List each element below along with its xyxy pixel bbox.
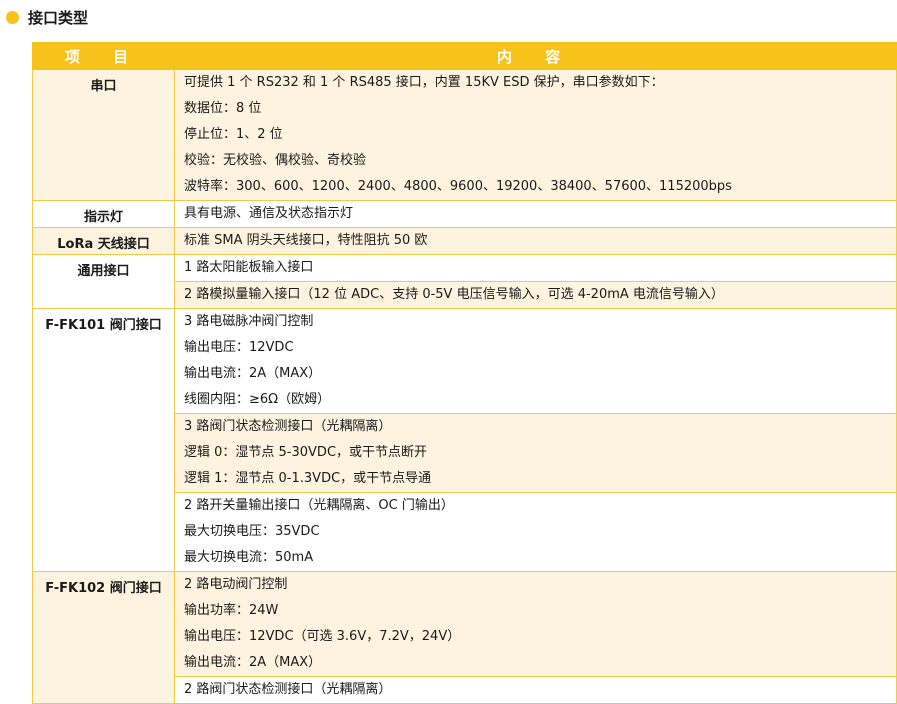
content-line: 数据位：8 位 [184, 101, 262, 116]
row-content-fk101: 3 路电磁脉冲阀门控制 输出电压：12VDC 输出电流：2A（MAX） 线圈内阻… [174, 308, 897, 572]
table-row-lora: LoRa 天线接口 标准 SMA 阴头天线接口，特性阻抗 50 欧 [32, 227, 897, 255]
fk101-group-valve-control: 3 路电磁脉冲阀门控制 输出电压：12VDC 输出电流：2A（MAX） 线圈内阻… [175, 309, 896, 413]
interface-spec-table: 项 目 内 容 串口 可提供 1 个 RS232 和 1 个 RS485 接口，… [32, 42, 897, 704]
fk102-group-valve-control: 2 路电动阀门控制 输出功率：24W 输出电压：12VDC（可选 3.6V，7.… [175, 572, 896, 676]
fk101-group-status-detect: 3 路阀门状态检测接口（光耦隔离） 逻辑 0：湿节点 5-30VDC，或干节点断… [175, 413, 896, 492]
content-line: 2 路电动阀门控制 [184, 577, 288, 592]
fk102-group-status-detect: 2 路阀门状态检测接口（光耦隔离） [175, 676, 896, 703]
row-label-fk101: F-FK101 阀门接口 [32, 308, 175, 572]
content-line: 波特率：300、600、1200、2400、4800、9600、19200、38… [184, 179, 732, 194]
content-line: 可提供 1 个 RS232 和 1 个 RS485 接口，内置 15KV ESD… [184, 75, 664, 90]
content-line: 输出功率：24W [184, 603, 279, 618]
content-line: 线圈内阻：≥6Ω（欧姆） [184, 392, 331, 407]
bullet-dot-icon [6, 10, 19, 24]
content-line: 停止位：1、2 位 [184, 127, 283, 142]
content-line: 输出电流：2A（MAX） [184, 366, 322, 381]
row-content-fk102: 2 路电动阀门控制 输出功率：24W 输出电压：12VDC（可选 3.6V，7.… [174, 571, 897, 704]
content-line: 标准 SMA 阴头天线接口，特性阻抗 50 欧 [184, 233, 428, 248]
section-title: 接口类型 [28, 8, 89, 27]
section-heading: 接口类型 [6, 4, 88, 30]
content-line: 2 路开关量输出接口（光耦隔离、OC 门输出） [184, 498, 454, 513]
content-line: 输出电流：2A（MAX） [184, 655, 322, 670]
row-label-general: 通用接口 [32, 254, 175, 309]
row-label-serial: 串口 [32, 69, 175, 201]
table-row-fk102: F-FK102 阀门接口 2 路电动阀门控制 输出功率：24W 输出电压：12V… [32, 571, 897, 704]
table-row-general-1: 通用接口 1 路太阳能板输入接口 [32, 254, 897, 309]
content-line: 3 路电磁脉冲阀门控制 [184, 314, 314, 329]
content-line: 最大切换电压：35VDC [184, 524, 320, 539]
fk101-group-switch-output: 2 路开关量输出接口（光耦隔离、OC 门输出） 最大切换电压：35VDC 最大切… [175, 492, 896, 571]
row-label-indicator: 指示灯 [32, 200, 175, 228]
row-content-general-2: 2 路模拟量输入接口（12 位 ADC、支持 0-5V 电压信号输入，可选 4-… [174, 281, 897, 309]
content-line: 2 路模拟量输入接口（12 位 ADC、支持 0-5V 电压信号输入，可选 4-… [184, 287, 724, 302]
table-header-row: 项 目 内 容 [32, 42, 897, 70]
row-content-indicator: 具有电源、通信及状态指示灯 [174, 200, 897, 228]
content-line: 3 路阀门状态检测接口（光耦隔离） [184, 419, 392, 434]
header-content: 内 容 [174, 42, 897, 70]
content-line: 输出电压：12VDC [184, 340, 294, 355]
content-line: 校验：无校验、偶校验、奇校验 [184, 153, 367, 168]
row-content-lora: 标准 SMA 阴头天线接口，特性阻抗 50 欧 [174, 227, 897, 255]
content-line: 逻辑 0：湿节点 5-30VDC，或干节点断开 [184, 445, 428, 460]
content-line: 2 路阀门状态检测接口（光耦隔离） [184, 682, 392, 697]
header-item: 项 目 [32, 42, 175, 70]
content-line: 输出电压：12VDC（可选 3.6V，7.2V，24V） [184, 629, 461, 644]
row-content-serial: 可提供 1 个 RS232 和 1 个 RS485 接口，内置 15KV ESD… [174, 69, 897, 201]
content-line: 1 路太阳能板输入接口 [184, 260, 314, 275]
table-row-serial: 串口 可提供 1 个 RS232 和 1 个 RS485 接口，内置 15KV … [32, 69, 897, 201]
content-line: 逻辑 1：湿节点 0-1.3VDC，或干节点导通 [184, 471, 432, 486]
table-row-indicator: 指示灯 具有电源、通信及状态指示灯 [32, 200, 897, 228]
content-line: 具有电源、通信及状态指示灯 [184, 206, 354, 221]
row-label-lora: LoRa 天线接口 [32, 227, 175, 255]
row-content-general-1: 1 路太阳能板输入接口 [174, 254, 897, 282]
row-label-fk102: F-FK102 阀门接口 [32, 571, 175, 704]
content-line: 最大切换电流：50mA [184, 550, 314, 565]
table-row-fk101: F-FK101 阀门接口 3 路电磁脉冲阀门控制 输出电压：12VDC 输出电流… [32, 308, 897, 572]
